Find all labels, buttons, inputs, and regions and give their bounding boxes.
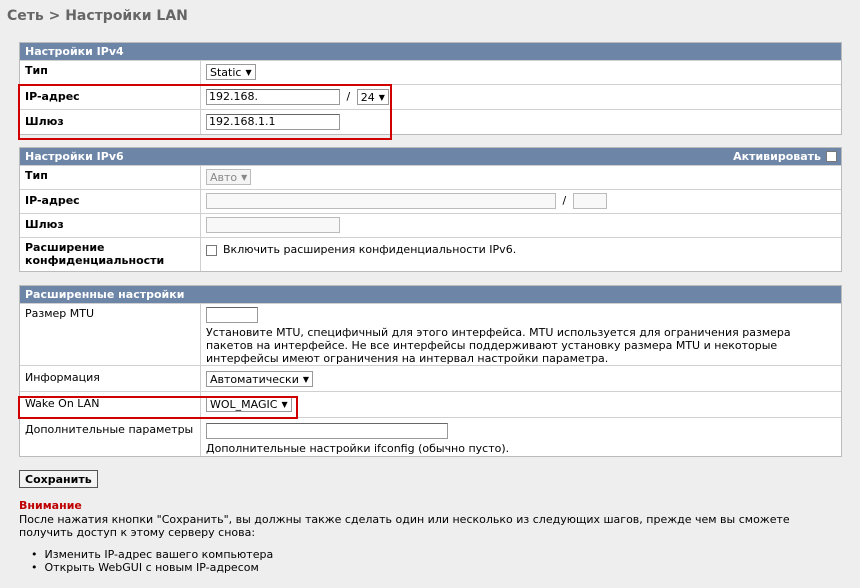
mtu-help: Установите MTU, специфичный для этого ин… <box>206 326 791 365</box>
ipv6-slash: / <box>562 194 567 207</box>
ipv4-ip-input[interactable]: 192.168. <box>206 89 340 105</box>
ipv4-mask-select[interactable]: 24 ▼ <box>356 89 389 105</box>
mtu-label: Размер MTU <box>20 304 201 365</box>
ipv6-header: Настройки IPv6 Активировать <box>20 148 841 165</box>
ipv4-type-label: Тип <box>20 61 201 84</box>
ipv4-header: Настройки IPv4 <box>20 43 841 60</box>
ipv6-privacy-label: Расширение конфиденциальности <box>20 238 201 271</box>
warning-title: Внимание <box>19 499 82 512</box>
info-select[interactable]: Автоматически ▼ <box>206 371 314 387</box>
ipv4-ip-label: IP-адрес <box>20 85 201 109</box>
chevron-down-icon: ▼ <box>245 67 252 77</box>
wol-label: Wake On LAN <box>20 392 201 417</box>
advanced-header: Расширенные настройки <box>20 286 841 303</box>
chevron-down-icon: ▼ <box>302 374 310 384</box>
ipv4-section: Настройки IPv4 Тип Static ▼ IP-адрес 192.… <box>19 42 842 135</box>
ipv6-gateway-input[interactable] <box>206 217 340 233</box>
chevron-down-icon: ▼ <box>281 399 288 409</box>
ipv6-ip-input[interactable] <box>206 193 556 209</box>
ipv6-privacy-option: Включить расширения конфиденциальности I… <box>223 243 517 256</box>
chevron-down-icon: ▼ <box>241 172 248 182</box>
ipv6-type-label: Тип <box>20 166 201 189</box>
ipv6-type-select[interactable]: Авто ▼ <box>206 169 252 185</box>
ipv6-activate-checkbox[interactable] <box>826 151 837 162</box>
ipv4-type-select[interactable]: Static ▼ <box>206 64 256 80</box>
save-button[interactable]: Сохранить <box>19 470 98 488</box>
info-label: Информация <box>20 366 201 391</box>
advanced-section: Расширенные настройки Размер MTU Установ… <box>19 285 842 457</box>
ipv6-privacy-checkbox[interactable] <box>206 244 217 256</box>
extra-help: Дополнительные настройки ifconfig (обычн… <box>206 442 510 455</box>
ipv6-activate-label: Активировать <box>733 150 821 163</box>
page-title: Сеть > Настройки LAN <box>7 8 188 24</box>
warning-text: После нажатия кнопки "Сохранить", вы дол… <box>19 513 790 539</box>
ipv6-ip-label: IP-адрес <box>20 190 201 213</box>
wol-select[interactable]: WOL_MAGIC ▼ <box>206 396 292 412</box>
list-item: Открыть WebGUI с новым IP-адресом <box>44 561 273 574</box>
ipv6-prefix-input[interactable] <box>572 193 607 209</box>
extra-params-input[interactable] <box>206 423 448 439</box>
mtu-input[interactable] <box>206 307 258 323</box>
ipv6-header-title: Настройки IPv6 <box>25 150 124 163</box>
extra-label: Дополнительные параметры <box>20 418 201 456</box>
ipv4-gw-label: Шлюз <box>20 110 201 134</box>
ipv4-gateway-input[interactable]: 192.168.1.1 <box>206 114 340 130</box>
ip-slash: / <box>346 90 351 103</box>
ipv6-section: Настройки IPv6 Активировать Тип Авто ▼ IP… <box>19 147 842 272</box>
ipv6-gw-label: Шлюз <box>20 214 201 237</box>
chevron-down-icon: ▼ <box>378 92 385 102</box>
list-item: Изменить IP-адрес вашего компьютера <box>44 548 274 561</box>
warning-steps: Изменить IP-адрес вашего компьютера Откр… <box>44 548 274 574</box>
